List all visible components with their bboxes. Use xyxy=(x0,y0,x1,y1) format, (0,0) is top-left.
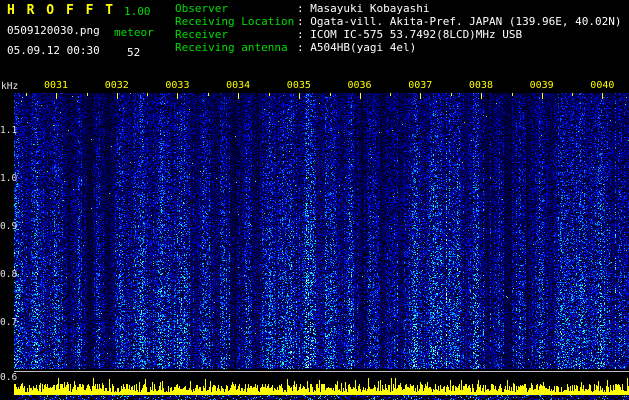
freq-tick-label: 0.9 xyxy=(0,221,18,232)
info-value-location: : Ogata-vill. Akita-Pref. JAPAN (139.96E… xyxy=(297,15,622,28)
time-tick-label: 0037 xyxy=(408,80,433,91)
info-label-receiver: Receiver xyxy=(175,28,228,41)
time-tick-label: 0032 xyxy=(104,80,129,91)
station-info: Observer : Masayuki Kobayashi Receiving L… xyxy=(175,2,622,54)
frequency-axis-unit: kHz xyxy=(1,81,19,92)
info-row-receiver: Receiver : ICOM IC-575 53.7492(8LCD)MHz U… xyxy=(175,28,622,41)
time-tick-label: 0034 xyxy=(226,80,251,91)
freq-tick-label: 0.8 xyxy=(0,269,18,280)
time-tick-label: 0038 xyxy=(468,80,493,91)
baseline-noise-canvas xyxy=(14,395,629,400)
info-value-receiver: : ICOM IC-575 53.7492(8LCD)MHz USB xyxy=(297,28,523,41)
app-title: H R O F F T xyxy=(7,3,116,18)
info-row-observer: Observer : Masayuki Kobayashi xyxy=(175,2,622,15)
info-value-antenna: : A504HB(yagi 4el) xyxy=(297,41,417,54)
freq-tick-label: 0.6 xyxy=(0,372,18,383)
meteor-count: 52 xyxy=(127,46,141,59)
freq-tick-label: 0.7 xyxy=(0,317,18,328)
info-label-location: Receiving Location xyxy=(175,15,295,28)
hrofft-spectrogram-screen: H R O F F T 1.00 0509120030.png meteor 0… xyxy=(0,0,629,400)
time-tick-label: 0036 xyxy=(347,80,372,91)
time-tick-label: 0031 xyxy=(44,80,69,91)
signal-level-canvas xyxy=(14,377,629,395)
time-tick-label: 0039 xyxy=(529,80,554,91)
observation-datetime: 05.09.12 00:30 xyxy=(7,44,100,57)
info-label-observer: Observer xyxy=(175,2,228,15)
freq-tick-label: 1.0 xyxy=(0,173,18,184)
freq-tick-label: 1.1 xyxy=(0,125,18,136)
frequency-reference-line xyxy=(14,371,629,372)
info-label-antenna: Receiving antenna xyxy=(175,41,288,54)
mode-label: meteor xyxy=(114,26,154,39)
time-tick-label: 0033 xyxy=(165,80,190,91)
info-value-observer: : Masayuki Kobayashi xyxy=(297,2,430,15)
app-version: 1.00 xyxy=(124,5,151,18)
time-tick-label: 0040 xyxy=(590,80,615,91)
info-row-antenna: Receiving antenna : A504HB(yagi 4el) xyxy=(175,41,622,54)
output-filename: 0509120030.png xyxy=(7,24,100,37)
time-tick-label: 0035 xyxy=(286,80,311,91)
spectrogram-canvas xyxy=(14,93,629,369)
info-row-location: Receiving Location: Ogata-vill. Akita-Pr… xyxy=(175,15,622,28)
